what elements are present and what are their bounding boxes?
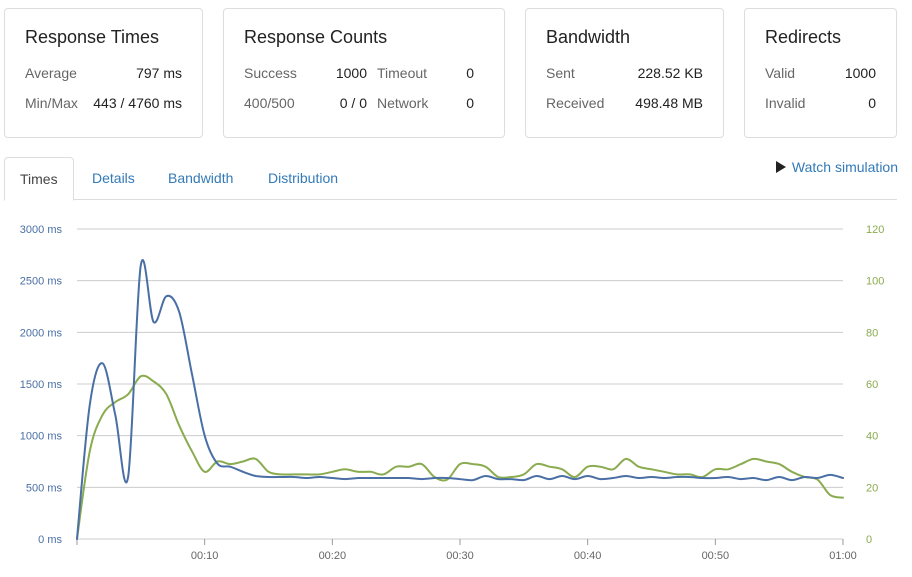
- x-tick-label: 00:20: [319, 550, 347, 562]
- response-counts-card: Response Counts Success 1000 Timeout 0 4…: [223, 8, 505, 138]
- received-value: 498.48 MB: [635, 95, 703, 111]
- minmax-label: Min/Max: [25, 95, 78, 111]
- x-tick-label: 00:40: [574, 550, 602, 562]
- average-row: Average 797 ms: [25, 65, 182, 83]
- x-tick-label: 00:50: [702, 550, 730, 562]
- left-tick-label: 1000 ms: [20, 431, 63, 443]
- success-value: 1000: [335, 65, 367, 81]
- left-tick-label: 1500 ms: [20, 379, 63, 391]
- right-tick-label: 80: [866, 327, 878, 339]
- response-times-chart: 0 ms 500 ms 1000 ms 1500 ms 2000 ms 2500 ms 30…: [20, 224, 885, 562]
- valid-value: 1000: [844, 65, 876, 81]
- watch-simulation-label: Watch simulation: [791, 159, 898, 175]
- errors-row: 400/500 0 / 0 Network 0: [244, 95, 484, 113]
- sent-label: Sent: [546, 65, 575, 81]
- response-time-line: [76, 259, 844, 540]
- chart-series: [76, 259, 844, 540]
- tab-distribution[interactable]: Distribution: [253, 157, 353, 200]
- chart-tabs: Times Details Bandwidth Distribution: [4, 157, 897, 201]
- left-axis-ticks: 0 ms 500 ms 1000 ms 1500 ms 2000 ms 2500 ms 30…: [20, 224, 63, 546]
- network-label: Network: [377, 95, 429, 111]
- http-error-value: 0 / 0: [339, 95, 367, 111]
- chart-grid: [77, 228, 843, 540]
- play-icon: [775, 161, 786, 173]
- response-counts-title: Response Counts: [244, 27, 388, 47]
- success-label: Success: [244, 65, 297, 81]
- left-tick-label: 500 ms: [26, 482, 63, 494]
- valid-label: Valid: [765, 65, 796, 81]
- bandwidth-card: Bandwidth Sent 228.52 KB Received 498.48…: [525, 8, 724, 138]
- bandwidth-title: Bandwidth: [546, 27, 631, 47]
- response-times-card: Response Times Average 797 ms Min/Max 44…: [4, 8, 203, 138]
- right-tick-label: 0: [866, 534, 872, 546]
- invalid-label: Invalid: [765, 95, 806, 111]
- response-times-title: Response Times: [25, 27, 160, 47]
- average-value: 797 ms: [136, 65, 182, 81]
- left-tick-label: 0 ms: [38, 534, 62, 546]
- right-tick-label: 20: [866, 482, 878, 494]
- network-value: 0: [466, 95, 474, 111]
- left-tick-label: 2000 ms: [20, 327, 63, 339]
- redirects-card: Redirects Valid 1000 Invalid 0: [744, 8, 897, 138]
- success-row: Success 1000 Timeout 0: [244, 65, 484, 83]
- sent-row: Sent 228.52 KB: [546, 65, 703, 83]
- right-tick-label: 40: [866, 431, 878, 443]
- sent-value: 228.52 KB: [637, 65, 703, 81]
- average-label: Average: [25, 65, 77, 81]
- minmax-row: Min/Max 443 / 4760 ms: [25, 95, 182, 113]
- right-tick-label: 60: [866, 379, 878, 391]
- x-tick-label: 00:10: [191, 550, 219, 562]
- received-row: Received 498.48 MB: [546, 95, 703, 113]
- x-axis-ticks: 00:10 00:20 00:30 00:40 00:50 01:00: [76, 539, 857, 562]
- tab-details[interactable]: Details: [77, 157, 150, 200]
- invalid-value: 0: [868, 95, 876, 111]
- minmax-value: 443 / 4760 ms: [93, 95, 182, 111]
- timeout-label: Timeout: [377, 65, 428, 81]
- left-tick-label: 2500 ms: [20, 276, 63, 288]
- concurrency-line: [76, 374, 844, 540]
- left-tick-label: 3000 ms: [20, 224, 63, 236]
- invalid-row: Invalid 0: [765, 95, 876, 113]
- valid-row: Valid 1000: [765, 65, 876, 83]
- received-label: Received: [546, 95, 605, 111]
- timeout-value: 0: [466, 65, 474, 81]
- http-error-label: 400/500: [244, 95, 295, 111]
- right-axis-ticks: 0 20 40 60 80 100 120: [866, 224, 884, 546]
- x-tick-label: 00:30: [446, 550, 474, 562]
- x-tick-label: 01:00: [829, 550, 857, 562]
- tab-bandwidth[interactable]: Bandwidth: [153, 157, 248, 200]
- redirects-title: Redirects: [765, 27, 842, 47]
- watch-simulation-link[interactable]: Watch simulation: [775, 159, 898, 175]
- right-tick-label: 120: [866, 224, 884, 236]
- tab-times[interactable]: Times: [4, 157, 74, 201]
- right-tick-label: 100: [866, 276, 884, 288]
